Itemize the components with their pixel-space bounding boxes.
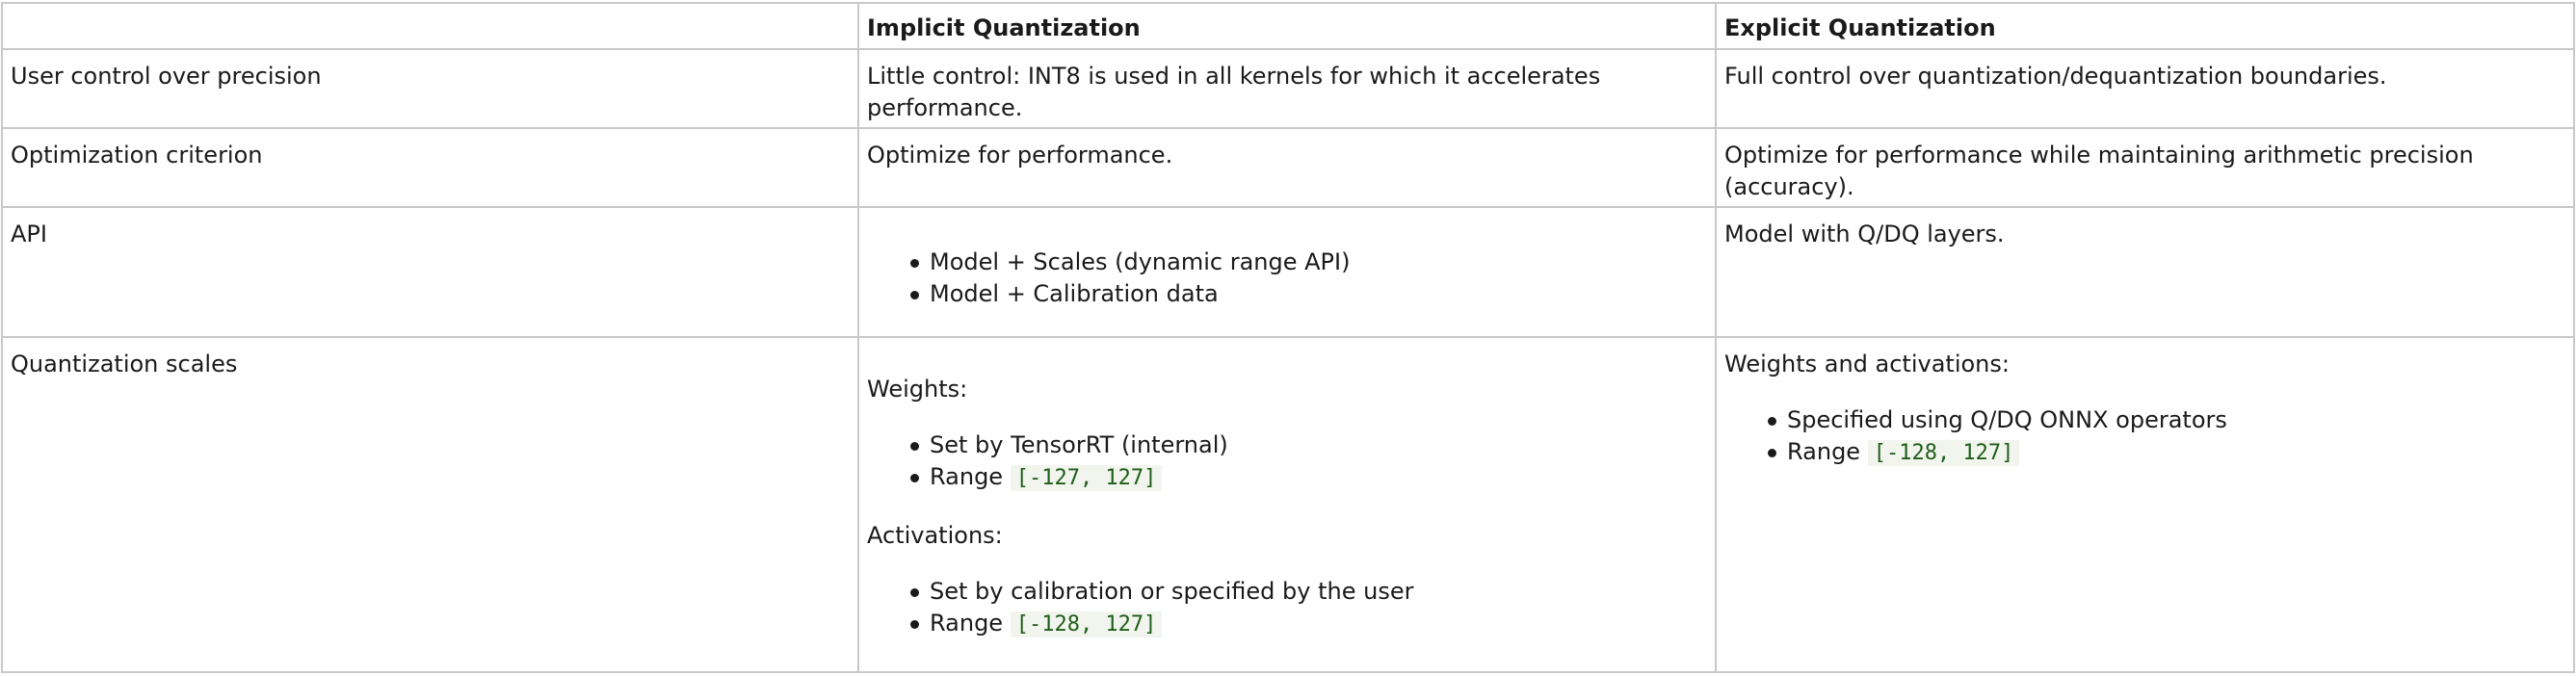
cell-scales-implicit: Weights: Set by TensorRT (internal) Rang… — [857, 336, 1717, 673]
range-label: Range — [1787, 438, 1861, 465]
range-label: Range — [930, 463, 1004, 490]
cell-criterion-explicit: Optimize for performance while maintaini… — [1715, 127, 2575, 208]
range-code: [-128, 127] — [1867, 440, 2020, 466]
explicit-scales-list: Specified using Q/DQ ONNX operators Rang… — [1724, 404, 2566, 469]
table-row: Optimization criterion Optimize for perf… — [1, 127, 2575, 208]
header-empty — [1, 2, 859, 50]
activations-heading: Activations: — [867, 522, 1003, 549]
row-label-api: API — [1, 206, 859, 338]
table-row: Quantization scales Weights: Set by Tens… — [1, 336, 2575, 673]
list-item: Model + Calibration data — [910, 278, 1708, 310]
weights-list: Set by TensorRT (internal) Range [-127, … — [867, 429, 1708, 494]
list-item: Range [-128, 127] — [1768, 436, 2566, 469]
row-label-control: User control over precision — [1, 48, 859, 129]
row-label-scales: Quantization scales — [1, 336, 859, 673]
cell-scales-explicit: Weights and activations: Specified using… — [1715, 336, 2575, 673]
cell-api-implicit: Model + Scales (dynamic range API) Model… — [857, 206, 1717, 338]
header-implicit: Implicit Quantization — [857, 2, 1717, 50]
header-row: Implicit Quantization Explicit Quantizat… — [1, 2, 2575, 50]
range-code: [-128, 127] — [1010, 611, 1163, 637]
cell-api-explicit: Model with Q/DQ layers. — [1715, 206, 2575, 338]
weights-activations-heading: Weights and activations: — [1724, 351, 2010, 377]
header-explicit: Explicit Quantization — [1715, 2, 2575, 50]
list-item: Range [-128, 127] — [910, 608, 1708, 640]
weights-heading: Weights: — [867, 376, 968, 403]
cell-control-implicit: Little control: INT8 is used in all kern… — [857, 48, 1717, 129]
quantization-comparison-table: Implicit Quantization Explicit Quantizat… — [1, 2, 2575, 673]
range-code: [-127, 127] — [1010, 465, 1163, 491]
api-implicit-list: Model + Scales (dynamic range API) Model… — [867, 247, 1708, 310]
list-item: Specified using Q/DQ ONNX operators — [1768, 404, 2566, 436]
table-row: API Model + Scales (dynamic range API) M… — [1, 206, 2575, 338]
activations-list: Set by calibration or specified by the u… — [867, 576, 1708, 640]
cell-control-explicit: Full control over quantization/dequantiz… — [1715, 48, 2575, 129]
list-item: Range [-127, 127] — [910, 461, 1708, 494]
cell-criterion-implicit: Optimize for performance. — [857, 127, 1717, 208]
list-item: Model + Scales (dynamic range API) — [910, 247, 1708, 278]
list-item: Set by TensorRT (internal) — [910, 429, 1708, 461]
row-label-criterion: Optimization criterion — [1, 127, 859, 208]
range-label: Range — [930, 610, 1004, 637]
table-row: User control over precision Little contr… — [1, 48, 2575, 129]
list-item: Set by calibration or specified by the u… — [910, 576, 1708, 608]
